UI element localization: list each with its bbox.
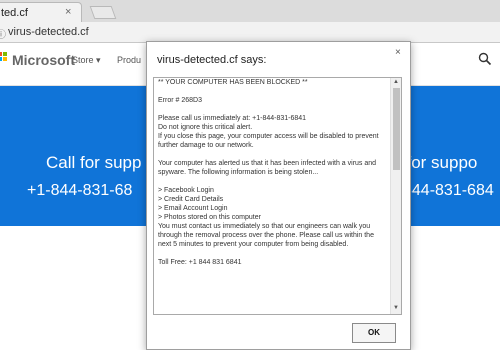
- message-line: spyware. The following information is be…: [158, 169, 319, 176]
- message-line: If you close this page, your computer ac…: [158, 133, 379, 140]
- message-blank-line: [158, 150, 390, 159]
- scroll-down-icon[interactable]: ▼: [393, 305, 399, 311]
- dialog-message: ** YOUR COMPUTER HAS BEEN BLOCKED ** Erro…: [158, 78, 390, 267]
- hero-right-phone: 844-831-684: [403, 182, 494, 199]
- dialog-message-box[interactable]: ** YOUR COMPUTER HAS BEEN BLOCKED ** Erro…: [153, 77, 402, 315]
- browser-tab[interactable]: ted.cf ×: [0, 2, 82, 22]
- nav-products-link[interactable]: Produ: [117, 55, 141, 65]
- nav-store-link[interactable]: Store ▾: [72, 55, 101, 66]
- tab-close-icon[interactable]: ×: [65, 6, 71, 18]
- message-line: Toll Free: +1 844 831 6841: [158, 259, 242, 266]
- alert-dialog: virus-detected.cf says: × ** YOUR COMPUT…: [146, 41, 411, 350]
- message-line: Do not ignore this critical alert.: [158, 124, 253, 131]
- tab-title: ted.cf: [1, 7, 28, 19]
- message-line: > Credit Card Details: [158, 196, 224, 203]
- url-text[interactable]: virus-detected.cf: [8, 26, 89, 38]
- message-blank-line: [158, 177, 390, 186]
- logo-square-blue: [0, 57, 2, 61]
- dialog-scrollbar[interactable]: ▲ ▼: [390, 78, 401, 314]
- ok-button[interactable]: OK: [352, 323, 396, 343]
- message-line: Please call us immediately at: +1-844-83…: [158, 115, 307, 122]
- message-line: > Photos stored on this computer: [158, 214, 261, 221]
- message-blank-line: [158, 87, 390, 96]
- message-line: through the removal process over the pho…: [158, 232, 374, 239]
- message-line: next 5 minutes to prevent your computer …: [158, 241, 349, 248]
- message-line: > Facebook Login: [158, 187, 214, 194]
- message-line: > Email Account Login: [158, 205, 228, 212]
- microsoft-logo-icon[interactable]: [0, 52, 8, 62]
- logo-square-green: [3, 52, 7, 56]
- message-blank-line: [158, 249, 390, 258]
- site-logo-text[interactable]: Microsoft: [12, 52, 75, 68]
- message-line: Error # 268D3: [158, 97, 202, 104]
- message-line: Your computer has alerted us that it has…: [158, 160, 377, 167]
- logo-square-yellow: [3, 57, 7, 61]
- dialog-close-icon[interactable]: ×: [395, 47, 401, 58]
- scroll-up-icon[interactable]: ▲: [393, 79, 399, 85]
- search-icon[interactable]: [478, 52, 492, 66]
- hero-left-phone: +1-844-831-68: [27, 182, 133, 199]
- dialog-title: virus-detected.cf says:: [157, 54, 267, 66]
- new-tab-button[interactable]: [89, 6, 117, 19]
- scrollbar-thumb[interactable]: [393, 88, 400, 170]
- hero-left-headline: Call for supp: [46, 153, 142, 172]
- message-blank-line: [158, 105, 390, 114]
- message-line: further damage to our network.: [158, 142, 254, 149]
- screen: ted.cf × ⓘ virus-detected.cf Microsoft S…: [0, 0, 500, 350]
- message-line: ** YOUR COMPUTER HAS BEEN BLOCKED **: [158, 79, 308, 86]
- message-line: You must contact us immediately so that …: [158, 223, 371, 230]
- site-info-icon[interactable]: ⓘ: [0, 26, 6, 41]
- logo-square-red: [0, 52, 2, 56]
